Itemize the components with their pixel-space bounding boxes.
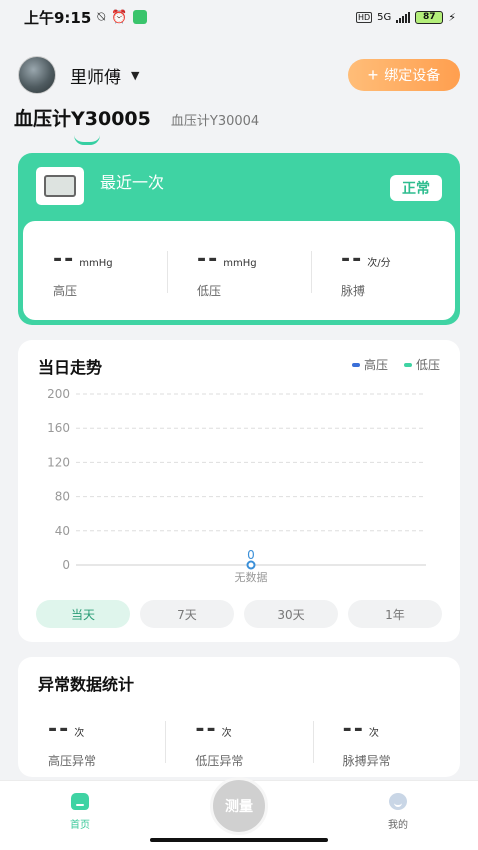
nav-home-label: 首页 — [70, 820, 90, 831]
metric-diastolic: -- mmHg 低压 — [167, 247, 311, 320]
y-tick-label: 80 — [55, 490, 70, 504]
metric-unit: 次 — [221, 728, 232, 739]
y-tick-label: 0 — [62, 558, 70, 572]
device-tabs: 血压计Y30005 血压计Y30004 — [14, 104, 259, 145]
legend-swatch — [403, 362, 412, 367]
charging-icon: ⚡ — [448, 10, 456, 24]
y-tick-label: 120 — [47, 455, 70, 469]
tab-indicator — [74, 135, 100, 145]
network-type: 5G — [377, 11, 392, 23]
y-tick-label: 160 — [47, 421, 70, 435]
abnormal-metrics: -- 次 高压异常 -- 次 低压异常 -- 次 脉搏异常 — [18, 717, 460, 769]
nav-mine[interactable]: 我的 — [368, 793, 428, 831]
y-tick-label: 200 — [47, 387, 70, 401]
profile-icon — [389, 793, 407, 810]
status-bar: 上午9:15 ⍉ ⏰ HD 5G 87 ⚡ — [0, 0, 478, 34]
metric-value: -- — [342, 717, 365, 742]
metric-label: 高压 — [53, 284, 78, 298]
range-tab-today[interactable]: 当天 — [36, 600, 130, 628]
legend-label: 低压 — [415, 358, 440, 372]
metric-unit: mmHg — [79, 258, 113, 269]
range-tab-7days[interactable]: 7天 — [140, 600, 234, 628]
hd-icon: HD — [355, 11, 373, 23]
trend-title: 当日走势 — [38, 358, 103, 377]
metric-unit: 次 — [74, 728, 85, 739]
metric-label: 脉搏异常 — [342, 754, 391, 768]
metric-label: 低压 — [197, 284, 222, 298]
range-tab-1year[interactable]: 1年 — [348, 600, 442, 628]
tab-device-inactive[interactable]: 血压计Y30004 — [171, 110, 259, 131]
nav-home[interactable]: 首页 — [50, 793, 110, 831]
range-tab-30days[interactable]: 30天 — [244, 600, 338, 628]
latest-metrics: -- mmHg 高压 -- mmHg 低压 -- 次/分 脉搏 — [23, 221, 455, 320]
nav-mine-label: 我的 — [388, 820, 408, 831]
plus-icon: + — [367, 65, 379, 85]
metric-value: -- — [197, 247, 220, 272]
y-tick-label: 40 — [55, 524, 70, 538]
empty-value-label: 0 — [247, 548, 255, 562]
legend-item-systolic: 高压 — [351, 356, 388, 373]
metric-value: -- — [48, 717, 71, 742]
signal-icon — [396, 11, 411, 23]
metric-label: 低压异常 — [195, 754, 244, 768]
abnormal-pulse: -- 次 脉搏异常 — [312, 717, 460, 769]
metric-value: -- — [53, 247, 76, 272]
metric-unit: 次/分 — [367, 258, 391, 269]
metric-value: -- — [195, 717, 218, 742]
app-notification-icon — [133, 10, 148, 24]
metric-label: 脉搏 — [341, 284, 366, 298]
status-badge: 正常 — [390, 175, 442, 201]
daily-trend-card: 当日走势 高压 低压 200 160 120 80 40 0 0 无数据 当天 7天 30天 … — [18, 340, 460, 642]
metric-label: 高压异常 — [48, 754, 97, 768]
user-header: 里师傅 ▼ + 绑定设备 — [18, 56, 460, 94]
home-indicator[interactable] — [150, 838, 328, 842]
legend-label: 高压 — [363, 358, 388, 372]
metric-pulse: -- 次/分 脉搏 — [311, 247, 455, 320]
avatar[interactable] — [18, 56, 56, 94]
bind-device-button[interactable]: + 绑定设备 — [348, 59, 460, 91]
abnormal-title: 异常数据统计 — [38, 675, 135, 694]
legend-swatch — [351, 362, 360, 367]
legend-item-diastolic: 低压 — [403, 356, 440, 373]
measure-button[interactable]: 测量 — [210, 777, 268, 835]
no-data-label: 无数据 — [235, 570, 268, 584]
tab-label: 血压计Y30005 — [14, 108, 151, 130]
abnormal-diastolic: -- 次 低压异常 — [165, 717, 312, 769]
metric-unit: mmHg — [223, 258, 257, 269]
mute-icon: ⍉ — [97, 9, 106, 25]
bind-device-label: 绑定设备 — [384, 67, 441, 83]
data-point — [246, 560, 256, 570]
trend-chart: 200 160 120 80 40 0 0 无数据 — [47, 387, 426, 584]
battery-icon: 87 — [415, 10, 444, 24]
metric-value: -- — [341, 247, 364, 272]
alarm-icon: ⏰ — [111, 9, 128, 25]
tab-device-active[interactable]: 血压计Y30005 — [14, 104, 151, 145]
abnormal-systolic: -- 次 高压异常 — [18, 717, 165, 769]
latest-measurement-card: 最近一次 正常 -- mmHg 高压 -- mmHg 低压 -- 次/分 脉搏 — [18, 153, 460, 325]
status-time: 上午9:15 — [24, 8, 92, 27]
home-icon — [71, 793, 89, 810]
caret-down-icon[interactable]: ▼ — [131, 69, 139, 82]
chart-legend: 高压 低压 — [351, 356, 440, 373]
metric-unit: 次 — [368, 728, 379, 739]
user-name[interactable]: 里师傅 — [70, 63, 121, 88]
abnormal-stats-card: 异常数据统计 -- 次 高压异常 -- 次 低压异常 -- 次 脉搏异常 — [18, 657, 460, 777]
blood-pressure-monitor-icon — [36, 167, 84, 205]
latest-title: 最近一次 — [100, 173, 165, 192]
metric-systolic: -- mmHg 高压 — [23, 247, 167, 320]
range-tabs: 当天 7天 30天 1年 — [36, 600, 442, 628]
